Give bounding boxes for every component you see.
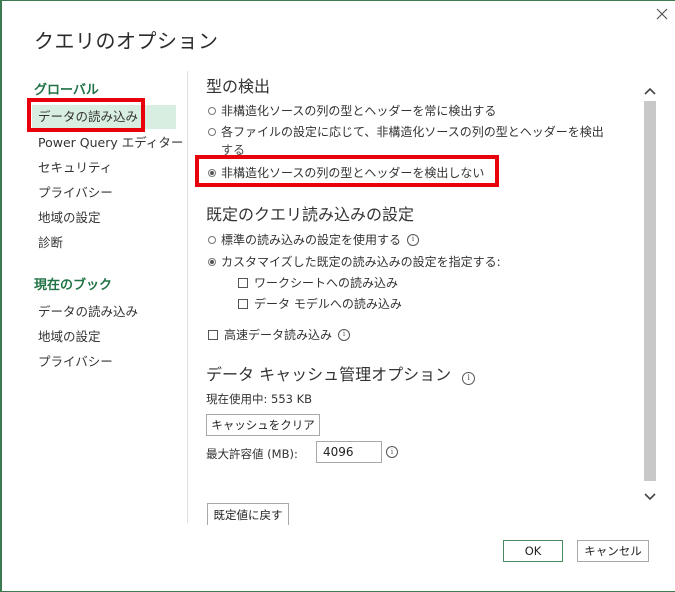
scroll-thumb[interactable] (644, 101, 656, 481)
type-detection-option-always[interactable]: 非構造化ソースの列の型とヘッダーを常に検出する (208, 102, 496, 119)
nav-item-diagnostics[interactable]: 診断 (32, 231, 63, 255)
default-load-heading: 既定のクエリ読み込みの設定 (206, 205, 415, 224)
option-label-wrap: する (221, 143, 246, 157)
load-to-worksheet-checkbox[interactable]: ワークシートへの読み込み (238, 274, 398, 291)
checkbox-label: ワークシートへの読み込み (254, 276, 399, 290)
option-label: 非構造化ソースの列の型とヘッダーを検出しない (221, 166, 485, 180)
option-label: 標準の読み込みの設定を使用する (221, 233, 402, 247)
radio-button[interactable] (208, 235, 216, 244)
type-detection-option-per-file[interactable]: 各ファイルの設定に応じて、非構造化ソースの列の型とヘッダーを検出 (208, 123, 604, 140)
max-cache-label: 最大許容値 (MB): (206, 447, 298, 461)
fast-data-load-checkbox[interactable]: 高速データ読み込み i (208, 326, 351, 343)
nav-item-global-data-load[interactable]: データの読み込み (32, 105, 176, 129)
chevron-down-icon (644, 493, 656, 501)
info-icon[interactable]: i (407, 233, 420, 246)
info-icon[interactable]: i (338, 328, 351, 341)
default-load-option-standard[interactable]: 標準の読み込みの設定を使用する i (208, 231, 420, 248)
nav-item-security[interactable]: セキュリティ (32, 156, 112, 180)
checkbox-label: 高速データ読み込み (224, 328, 333, 342)
ok-button[interactable]: OK (503, 540, 563, 562)
radio-button-checked[interactable] (208, 257, 216, 266)
query-options-dialog: クエリのオプション グローバル データの読み込み Power Query エディ… (0, 0, 675, 592)
radio-button[interactable] (208, 127, 216, 136)
cancel-button[interactable]: キャンセル (577, 540, 649, 562)
info-icon[interactable]: i (386, 446, 398, 458)
checkbox[interactable] (238, 298, 248, 309)
option-label: 非構造化ソースの列の型とヘッダーを常に検出する (221, 104, 497, 118)
checkbox[interactable] (208, 329, 218, 340)
nav-item-power-query-editor[interactable]: Power Query エディター (32, 131, 183, 155)
nav-item-global-regional-settings[interactable]: 地域の設定 (32, 206, 101, 230)
checkbox-label: データ モデルへの読み込み (254, 297, 402, 311)
cache-heading: データ キャッシュ管理オプション (206, 365, 452, 384)
scroll-up-button[interactable] (642, 83, 658, 99)
nav-item-workbook-data-load[interactable]: データの読み込み (32, 300, 138, 324)
dialog-title: クエリのオプション (34, 29, 219, 53)
info-icon[interactable]: i (462, 371, 476, 385)
type-detection-heading: 型の検出 (206, 77, 271, 96)
type-detection-option-never[interactable]: 非構造化ソースの列の型とヘッダーを検出しない (208, 164, 484, 181)
radio-button-checked[interactable] (208, 168, 216, 177)
nav-item-workbook-privacy[interactable]: プライバシー (32, 350, 113, 374)
cache-heading-row: データ キャッシュ管理オプション i (206, 361, 476, 385)
load-to-data-model-checkbox[interactable]: データ モデルへの読み込み (238, 295, 402, 312)
option-label: 各ファイルの設定に応じて、非構造化ソースの列の型とヘッダーを検出 (221, 125, 604, 139)
clear-cache-button[interactable]: キャッシュをクリア (206, 414, 320, 436)
max-cache-input[interactable] (316, 441, 382, 463)
cache-current-usage: 現在使用中: 553 KB (206, 392, 313, 406)
option-label: カスタマイズした既定の読み込みの設定を指定する: (221, 255, 501, 269)
nav-item-global-privacy[interactable]: プライバシー (32, 181, 113, 205)
restore-defaults-button[interactable]: 既定値に戻す (207, 503, 289, 525)
chevron-up-icon (644, 87, 656, 95)
radio-button[interactable] (208, 106, 216, 115)
checkbox[interactable] (238, 277, 248, 288)
close-icon (656, 8, 668, 20)
close-button[interactable] (652, 4, 672, 24)
scroll-down-button[interactable] (642, 489, 658, 505)
default-load-option-custom[interactable]: カスタマイズした既定の読み込みの設定を指定する: (208, 253, 501, 270)
scrollbar[interactable] (642, 71, 658, 521)
nav-item-workbook-regional-settings[interactable]: 地域の設定 (32, 325, 101, 349)
nav-global-header: グローバル (34, 83, 99, 98)
vertical-divider (187, 71, 188, 523)
nav-workbook-header: 現在のブック (34, 278, 113, 293)
